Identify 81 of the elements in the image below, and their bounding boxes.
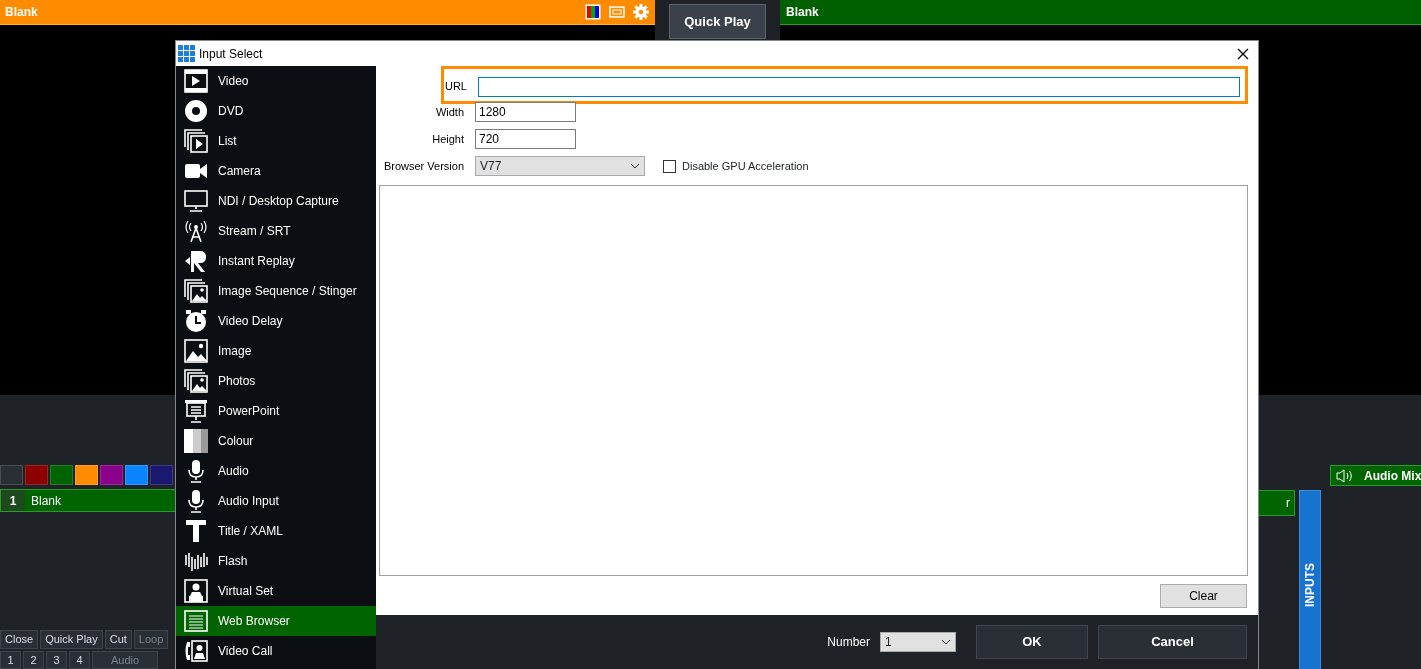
- width-label: Width: [434, 104, 465, 120]
- output-title: Blank: [786, 4, 819, 21]
- input-number: 1: [1, 490, 25, 512]
- colour-swatch[interactable]: [25, 465, 48, 485]
- input-type-item[interactable]: Image Sequence / Stinger: [176, 276, 376, 306]
- input-type-item[interactable]: DVD: [176, 96, 376, 126]
- disc-icon: [184, 99, 208, 123]
- colour-swatch[interactable]: [100, 465, 123, 485]
- audio-mixer-tab[interactable]: Audio Mix: [1330, 465, 1421, 486]
- input-type-item[interactable]: Flash: [176, 546, 376, 576]
- colour-swatch[interactable]: [0, 465, 23, 485]
- chevron-down-icon: [941, 639, 951, 645]
- browser-page-icon: [184, 609, 208, 633]
- presentation-icon: [184, 399, 208, 423]
- frame-icon[interactable]: [609, 6, 625, 18]
- input-type-item[interactable]: Photos: [176, 366, 376, 396]
- input-type-item[interactable]: Video Call: [176, 636, 376, 666]
- number-label: Number: [827, 634, 870, 651]
- close-icon: [1237, 48, 1249, 61]
- replay-icon: [184, 249, 208, 273]
- input-type-item[interactable]: Video Delay: [176, 306, 376, 336]
- disable-gpu-label: Disable GPU Acceleration: [682, 158, 809, 174]
- stacked-play-icon: [184, 129, 208, 153]
- colour-swatch[interactable]: [75, 465, 98, 485]
- cancel-button[interactable]: Cancel: [1098, 625, 1247, 659]
- clear-button[interactable]: Clear: [1160, 584, 1247, 608]
- stacked-image-icon: [184, 279, 208, 303]
- gradient-icon: [184, 429, 208, 453]
- colour-bars-icon[interactable]: [585, 4, 601, 20]
- dialog-title: Input Select: [199, 46, 263, 61]
- height-field[interactable]: 720: [475, 129, 576, 149]
- phone-person-icon: [184, 639, 208, 663]
- browser-version-dropdown[interactable]: V77: [475, 156, 645, 176]
- input-type-item[interactable]: Colour: [176, 426, 376, 456]
- checkbox[interactable]: [663, 159, 676, 173]
- input-type-item[interactable]: Camera: [176, 156, 376, 186]
- height-label: Height: [431, 131, 465, 147]
- title-icon: [184, 519, 208, 543]
- speaker-icon: [1336, 468, 1354, 483]
- number-button[interactable]: 2: [23, 650, 44, 669]
- toolbar-button[interactable]: Close: [0, 630, 39, 649]
- input-title: Blank: [30, 492, 62, 510]
- input-type-item[interactable]: Image: [176, 336, 376, 366]
- toolbar-button[interactable]: Cut: [104, 630, 132, 649]
- input-type-item[interactable]: NDI / Desktop Capture: [176, 186, 376, 216]
- input-type-item[interactable]: Virtual Set: [176, 576, 376, 606]
- number-button[interactable]: 4: [69, 650, 90, 669]
- stacked-image-icon: [184, 369, 208, 393]
- input-type-item[interactable]: Instant Replay: [176, 246, 376, 276]
- quick-play-button[interactable]: Quick Play: [669, 4, 766, 39]
- input-type-item[interactable]: Video: [176, 66, 376, 96]
- ok-button[interactable]: OK: [976, 625, 1088, 659]
- input-type-item[interactable]: List: [176, 126, 376, 156]
- number-dropdown[interactable]: 1: [880, 632, 956, 652]
- toolbar-button[interactable]: Quick Play: [40, 630, 103, 649]
- preview-title: Blank: [5, 4, 39, 21]
- input-type-item[interactable]: Stream / SRT: [176, 216, 376, 246]
- number-button[interactable]: 3: [46, 650, 67, 669]
- number-button[interactable]: 1: [0, 650, 21, 669]
- browser-version-label: Browser Version: [382, 158, 465, 174]
- settings-icon[interactable]: [633, 4, 649, 20]
- colour-swatch[interactable]: [125, 465, 148, 485]
- input-type-item[interactable]: Audio Input: [176, 486, 376, 516]
- person-icon: [184, 579, 208, 603]
- film-play-icon: [184, 69, 208, 93]
- image-icon: [184, 339, 208, 363]
- monitor-icon: [184, 189, 208, 213]
- antenna-icon: [184, 219, 208, 243]
- url-label: URL: [444, 79, 468, 95]
- audio-mixer-label: Audio Mix: [1364, 467, 1421, 485]
- input-type-item[interactable]: Web Browser: [176, 606, 376, 636]
- chevron-down-icon: [630, 163, 640, 169]
- width-field[interactable]: 1280: [475, 102, 576, 122]
- grid-icon: [178, 45, 195, 62]
- colour-swatch[interactable]: [150, 465, 173, 485]
- input-type-item[interactable]: Audio: [176, 456, 376, 486]
- inputs-tab[interactable]: INPUTS: [1299, 490, 1321, 669]
- colour-swatch[interactable]: [50, 465, 73, 485]
- timer-icon: [184, 309, 208, 333]
- input-type-item[interactable]: Title / XAML: [176, 516, 376, 546]
- input-type-item[interactable]: PowerPoint: [176, 396, 376, 426]
